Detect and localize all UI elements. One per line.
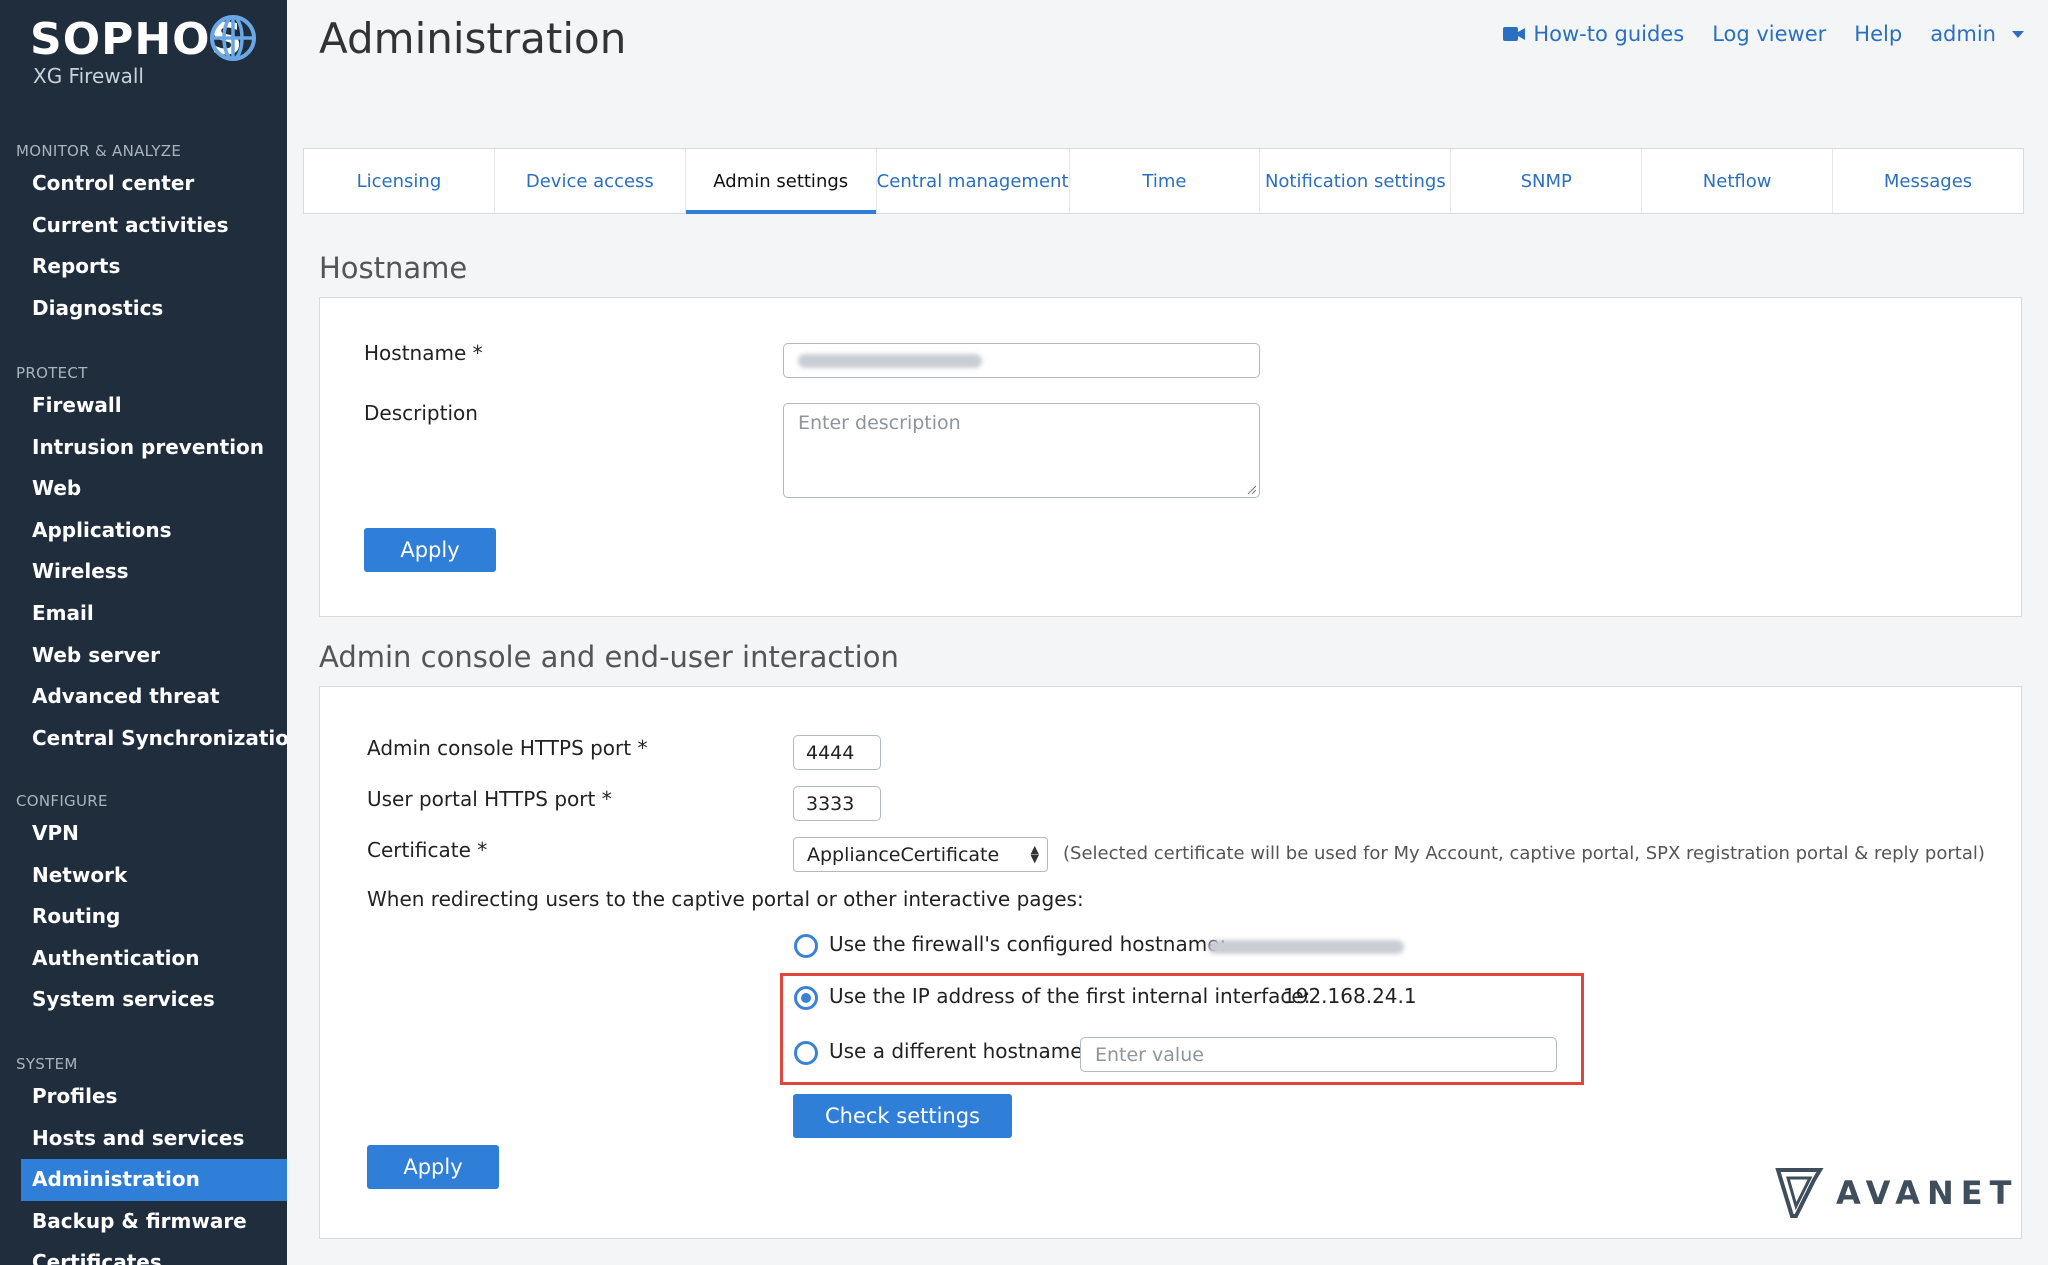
tab-snmp[interactable]: SNMP [1451, 149, 1643, 213]
admin-console-apply-button[interactable]: Apply [367, 1145, 499, 1189]
sidebar-item-current-activities[interactable]: Current activities [0, 205, 287, 247]
nav-heading: CONFIGURE [16, 792, 108, 810]
sidebar-item-central-synchronization[interactable]: Central Synchronization [0, 718, 287, 760]
page-title: Administration [319, 14, 627, 63]
tab-central-management[interactable]: Central management [877, 149, 1070, 213]
sidebar-item-network[interactable]: Network [0, 855, 287, 897]
nav-heading: SYSTEM [16, 1055, 78, 1073]
sidebar-item-advanced-threat[interactable]: Advanced threat [0, 676, 287, 718]
avanet-wordmark: AVANET [1836, 1174, 2019, 1212]
sidebar-item-intrusion-prevention[interactable]: Intrusion prevention [0, 427, 287, 469]
redacted-hostname [1208, 940, 1404, 954]
brand-product: XG Firewall [33, 64, 144, 88]
certificate-select[interactable]: ApplianceCertificate ▲ ▼ [793, 837, 1048, 872]
nav-section-configure: CONFIGURE VPN Network Routing Authentica… [0, 789, 287, 1021]
option-ip-address-label: Use the IP address of the first internal… [829, 984, 1311, 1008]
https-port-label: Admin console HTTPS port * [367, 736, 648, 760]
sidebar-item-hosts-and-services[interactable]: Hosts and services [0, 1118, 287, 1160]
sidebar-item-routing[interactable]: Routing [0, 896, 287, 938]
sophos-globe-icon [210, 15, 256, 61]
sidebar: SOPHOS XG Firewall MONITOR & ANALYZE Con… [0, 0, 287, 1265]
sidebar-item-certificates[interactable]: Certificates [0, 1242, 287, 1265]
admin-console-panel: Admin console HTTPS port * 4444 User por… [319, 686, 2022, 1239]
how-to-guides-label: How-to guides [1533, 22, 1685, 46]
sidebar-item-firewall[interactable]: Firewall [0, 385, 287, 427]
tab-bar: Licensing Device access Admin settings C… [303, 148, 2024, 214]
sidebar-item-administration[interactable]: Administration [21, 1159, 287, 1201]
hostname-section-title: Hostname [319, 251, 468, 285]
user-name: admin [1930, 22, 1996, 46]
log-viewer-link[interactable]: Log viewer [1712, 22, 1826, 46]
radio-use-ip-address[interactable] [794, 986, 818, 1010]
sidebar-item-backup-firmware[interactable]: Backup & firmware [0, 1201, 287, 1243]
https-port-input[interactable]: 4444 [793, 735, 881, 770]
user-portal-port-label: User portal HTTPS port * [367, 787, 612, 811]
option-different-hostname-label: Use a different hostname: [829, 1039, 1090, 1063]
certificate-label: Certificate * [367, 838, 488, 862]
nav-heading: MONITOR & ANALYZE [16, 142, 182, 160]
tab-messages[interactable]: Messages [1833, 149, 2023, 213]
nav-heading: PROTECT [16, 364, 88, 382]
avanet-logo: AVANET [1774, 1166, 2018, 1220]
help-link[interactable]: Help [1854, 22, 1902, 46]
sidebar-item-web[interactable]: Web [0, 468, 287, 510]
radio-use-different-hostname[interactable] [794, 1041, 818, 1065]
check-settings-button[interactable]: Check settings [793, 1094, 1012, 1138]
hostname-apply-button[interactable]: Apply [364, 528, 496, 572]
sidebar-item-web-server[interactable]: Web server [0, 635, 287, 677]
tab-netflow[interactable]: Netflow [1642, 149, 1834, 213]
description-placeholder: Enter description [798, 412, 961, 434]
tab-licensing[interactable]: Licensing [304, 149, 495, 213]
redirect-description: When redirecting users to the captive po… [367, 887, 1084, 911]
user-portal-port-input[interactable]: 3333 [793, 786, 881, 821]
admin-console-section-title: Admin console and end-user interaction [319, 640, 899, 674]
sidebar-item-applications[interactable]: Applications [0, 510, 287, 552]
description-textarea[interactable]: Enter description [783, 403, 1260, 498]
nav-section-system: SYSTEM Profiles Hosts and services Admin… [0, 1052, 287, 1265]
select-arrows-icon: ▲ ▼ [1030, 843, 1039, 865]
tab-notification-settings[interactable]: Notification settings [1260, 149, 1452, 213]
radio-use-firewall-hostname[interactable] [794, 934, 818, 958]
nav-section-monitor: MONITOR & ANALYZE Control center Current… [0, 139, 287, 329]
hostname-input[interactable] [783, 343, 1260, 378]
resize-handle-icon[interactable] [1246, 484, 1256, 494]
tab-admin-settings[interactable]: Admin settings [685, 149, 877, 214]
option-firewall-hostname-label: Use the firewall's configured hostname: [829, 932, 1227, 956]
nav-section-protect: PROTECT Firewall Intrusion prevention We… [0, 361, 287, 759]
different-hostname-placeholder: Enter value [1095, 1043, 1204, 1066]
top-nav: How-to guides Log viewer Help admin [1503, 22, 2024, 46]
certificate-note: (Selected certificate will be used for M… [1063, 843, 1985, 864]
user-menu[interactable]: admin [1930, 22, 2024, 46]
sidebar-item-reports[interactable]: Reports [0, 246, 287, 288]
certificate-value: ApplianceCertificate [807, 843, 1000, 866]
sidebar-item-wireless[interactable]: Wireless [0, 551, 287, 593]
redacted-hostname [798, 353, 982, 368]
video-camera-icon [1503, 27, 1526, 41]
sidebar-item-email[interactable]: Email [0, 593, 287, 635]
sidebar-item-diagnostics[interactable]: Diagnostics [0, 288, 287, 330]
hostname-panel: Hostname * Description Enter description… [319, 297, 2022, 617]
avanet-shield-icon [1775, 1168, 1824, 1218]
https-port-value: 4444 [806, 741, 855, 764]
sidebar-item-vpn[interactable]: VPN [0, 813, 287, 855]
hostname-label: Hostname * [364, 341, 483, 365]
tab-device-access[interactable]: Device access [495, 149, 686, 213]
sidebar-item-control-center[interactable]: Control center [0, 163, 287, 205]
different-hostname-input[interactable]: Enter value [1080, 1037, 1557, 1072]
how-to-guides-link[interactable]: How-to guides [1503, 22, 1684, 46]
description-label: Description [364, 401, 478, 425]
option-ip-address-value: 192.168.24.1 [1283, 984, 1417, 1008]
user-portal-port-value: 3333 [806, 792, 855, 815]
tab-time[interactable]: Time [1070, 149, 1261, 213]
sidebar-item-authentication[interactable]: Authentication [0, 938, 287, 980]
sidebar-item-profiles[interactable]: Profiles [0, 1076, 287, 1118]
sidebar-item-system-services[interactable]: System services [0, 979, 287, 1021]
chevron-down-icon [2012, 30, 2024, 38]
